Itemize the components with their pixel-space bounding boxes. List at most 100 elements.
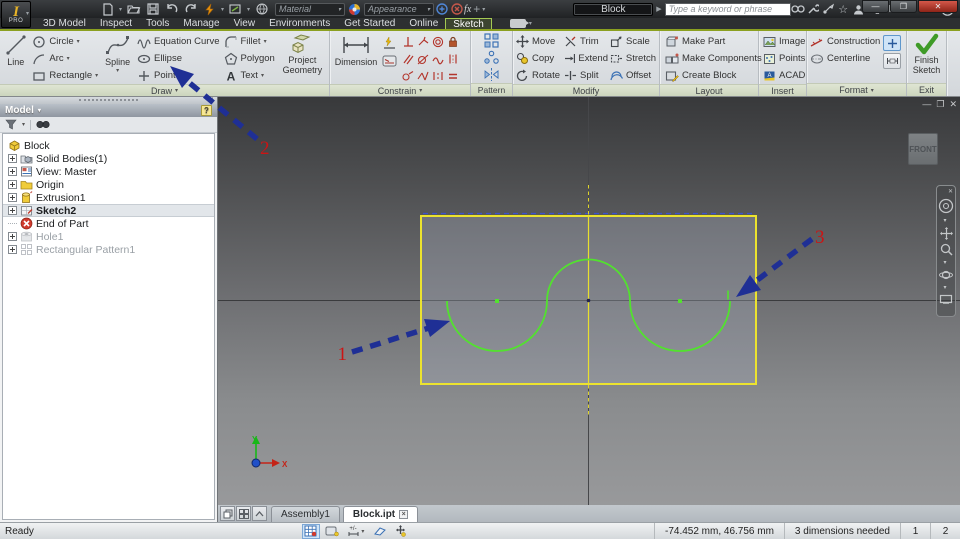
favorites-star-icon[interactable]: ☆ — [836, 2, 851, 16]
cascade-windows-button[interactable] — [220, 506, 235, 521]
tab-block-ipt[interactable]: Block.ipt × — [342, 506, 419, 522]
perpendicular-constraint-icon[interactable] — [402, 36, 414, 48]
chevron-down-icon[interactable]: ▾ — [482, 6, 485, 13]
inventor-logo[interactable]: I PRO ▾ — [1, 1, 31, 28]
centerpoint-toggle[interactable] — [883, 35, 902, 51]
smooth-constraint-icon[interactable] — [431, 53, 444, 65]
dimension-tool[interactable]: Dimension — [333, 33, 379, 67]
insert-points-tool[interactable]: Points — [763, 50, 805, 67]
trim-tool[interactable]: Trim — [564, 33, 608, 50]
chevron-down-icon[interactable]: ▾ — [22, 121, 25, 128]
vertical-constraint-icon[interactable] — [432, 70, 444, 82]
expand-icon[interactable] — [8, 245, 17, 254]
close-button[interactable]: ✕ — [918, 0, 958, 13]
measure-button[interactable] — [228, 2, 243, 16]
arc-center-point-right[interactable] — [678, 299, 682, 303]
tab-3d-model[interactable]: 3D Model — [36, 18, 93, 29]
tab-assembly1[interactable]: Assembly1 — [271, 506, 340, 522]
chevron-down-icon[interactable]: ▾ — [943, 217, 946, 224]
parameters-fx-button[interactable]: fx — [464, 4, 471, 15]
doc-minimize-button[interactable]: — — [922, 99, 931, 110]
fillet-tool[interactable]: Fillet ▾ — [224, 33, 275, 50]
tab-environments[interactable]: Environments — [262, 18, 337, 29]
stretch-tool[interactable]: Stretch — [610, 50, 656, 67]
chevron-down-icon[interactable]: ▾ — [943, 259, 946, 266]
chevron-down-icon[interactable]: ▾ — [77, 38, 80, 45]
degrees-of-freedom-toggle[interactable] — [371, 524, 389, 539]
extend-tool[interactable]: Extend — [564, 50, 608, 67]
line-tool[interactable]: Line — [3, 33, 28, 67]
copy-tool[interactable]: Copy — [516, 50, 562, 67]
adjust-add-icon[interactable] — [434, 2, 449, 16]
chevron-down-icon[interactable]: ▾ — [116, 67, 119, 74]
lock-constraint-icon[interactable] — [447, 36, 459, 48]
pan-icon[interactable] — [939, 227, 953, 240]
tree-item-rectangular-pattern1[interactable]: Rectangular Pattern1 — [3, 243, 214, 256]
equation-curve-tool[interactable]: Equation Curve — [137, 33, 220, 50]
zoom-icon[interactable] — [940, 243, 953, 256]
chevron-down-icon[interactable]: ▾ — [247, 6, 250, 13]
auto-dimension-icon[interactable] — [382, 36, 397, 50]
restore-button[interactable]: ❐ — [890, 0, 917, 13]
insert-panel-label[interactable]: Insert — [759, 84, 806, 96]
horizontal-constraint-icon[interactable] — [417, 70, 429, 82]
graphics-canvas[interactable]: — ❐ ✕ FRONT ✕ ▾ ▾ ▾ X Y — [218, 97, 960, 505]
tree-item-hole1[interactable]: Hole1 — [3, 230, 214, 243]
driven-dimension-toggle[interactable] — [883, 53, 902, 69]
finish-sketch-button[interactable]: Finish Sketch — [910, 33, 943, 75]
coincident-constraint-icon[interactable] — [417, 36, 429, 48]
tile-windows-button[interactable] — [236, 506, 251, 521]
adjust-remove-icon[interactable] — [449, 2, 464, 16]
save-button[interactable] — [145, 2, 160, 16]
offset-tool[interactable]: Offset — [610, 67, 656, 84]
tree-item-sketch2[interactable]: Sketch2 — [3, 204, 214, 217]
constrain-panel-label[interactable]: Constrain ▾ — [330, 84, 470, 96]
dimension-display-toggle[interactable]: +/- ▾ — [344, 524, 368, 539]
communication-center-icon[interactable] — [821, 2, 836, 16]
expand-icon[interactable] — [8, 154, 17, 163]
expand-icon[interactable] — [8, 193, 17, 202]
chevron-down-icon[interactable]: ▾ — [264, 38, 267, 45]
rotate-tool[interactable]: Rotate — [516, 67, 562, 84]
tree-item-solid-bodies[interactable]: Solid Bodies(1) — [3, 152, 214, 165]
collapse-tabs-button[interactable] — [252, 506, 267, 521]
doc-close-button[interactable]: ✕ — [949, 99, 957, 110]
redo-button[interactable] — [183, 2, 198, 16]
scale-tool[interactable]: Scale — [610, 33, 656, 50]
insert-image-tool[interactable]: Image — [763, 33, 805, 50]
exit-panel-label[interactable]: Exit — [907, 83, 946, 96]
symmetric-constraint-icon[interactable] — [447, 53, 459, 65]
tree-item-origin[interactable]: Origin — [3, 178, 214, 191]
make-components-tool[interactable]: Make Components — [665, 50, 762, 67]
layout-panel-label[interactable]: Layout — [660, 84, 758, 96]
search-input[interactable] — [664, 2, 791, 16]
appearance-combo[interactable]: Appearance ▾ — [364, 2, 435, 16]
tab-view[interactable]: View — [227, 18, 263, 29]
collinear-constraint-icon[interactable] — [401, 70, 414, 82]
modify-panel-label[interactable]: Modify — [513, 84, 659, 96]
browser-close-icon[interactable]: ✕ — [208, 96, 214, 104]
iproperties-button[interactable] — [254, 2, 269, 16]
arc-center-point-left[interactable] — [495, 299, 499, 303]
tab-manage[interactable]: Manage — [176, 18, 226, 29]
create-block-tool[interactable]: Create Block — [665, 67, 736, 84]
chevron-down-icon[interactable]: ▾ — [261, 72, 264, 79]
rectangular-pattern-icon[interactable] — [484, 33, 499, 48]
navbar-close-icon[interactable]: ✕ — [948, 188, 953, 195]
orbit-icon[interactable] — [939, 269, 953, 281]
plus-icon[interactable]: + — [473, 2, 480, 16]
point-tool[interactable]: Point — [137, 67, 219, 84]
tab-sketch[interactable]: Sketch — [445, 18, 492, 30]
arc-tool[interactable]: Arc ▾ — [32, 50, 98, 67]
project-geometry-tool[interactable]: Project Geometry — [279, 33, 326, 75]
tangent-constraint-icon[interactable] — [417, 53, 429, 65]
construction-toggle[interactable]: Construction — [810, 33, 880, 50]
spline-tool[interactable]: Spline ▾ — [102, 33, 133, 74]
dynamic-input-toggle[interactable] — [392, 524, 410, 539]
undo-button[interactable] — [164, 2, 179, 16]
material-combo[interactable]: Material ▾ — [275, 2, 346, 16]
color-wheel-icon[interactable] — [347, 2, 362, 16]
expand-icon[interactable] — [8, 167, 17, 176]
show-constraints-icon[interactable] — [382, 54, 397, 68]
snap-to-grid-toggle[interactable] — [301, 523, 320, 539]
